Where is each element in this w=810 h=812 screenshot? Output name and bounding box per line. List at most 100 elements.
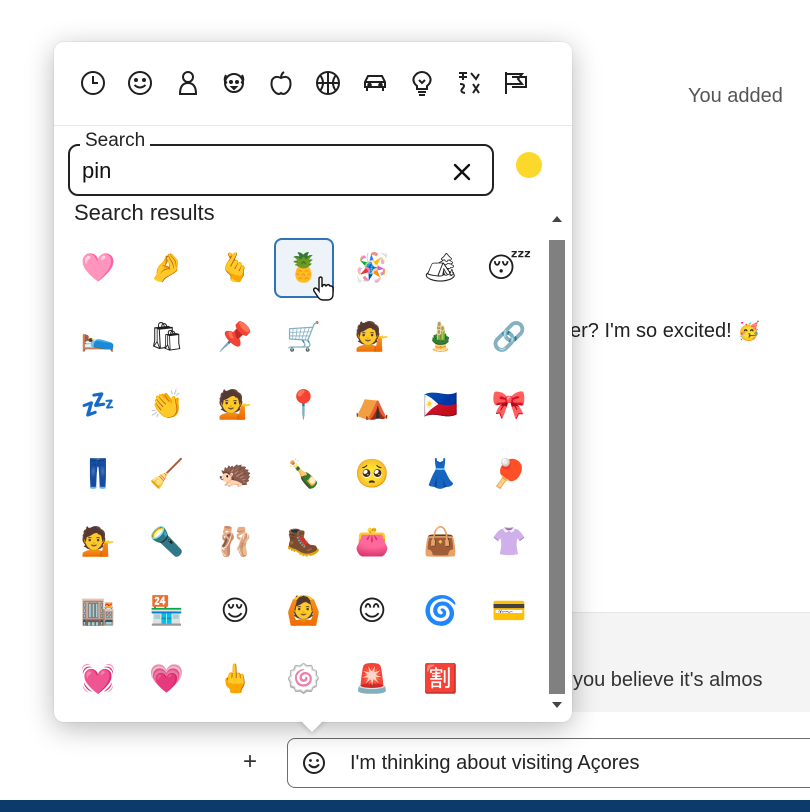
emoji-glyph: 🥺 [354,456,390,490]
emoji-item[interactable]: 🪅 [342,238,402,298]
emoji-item[interactable]: 😊 [342,581,402,641]
emoji-item[interactable]: ⛺ [342,375,402,435]
message-composer[interactable]: I'm thinking about visiting Açores [287,738,810,788]
emoji-item[interactable]: 👗 [411,444,471,504]
emoji-item[interactable]: 🙆 [274,581,334,641]
emoji-glyph: 🇵🇭 [423,388,458,421]
emoji-item[interactable]: 🏕 [411,238,471,298]
emoji-item[interactable]: 🩰 [205,512,265,572]
emoji-glyph: 🚨 [354,662,390,695]
emoji-glyph: 📌 [217,319,253,353]
emoji-item[interactable]: 📍 [274,375,334,435]
emoji-item[interactable]: 💳 [479,581,539,641]
emoji-item[interactable]: 🚨 [342,649,402,709]
emoji-item[interactable]: 🔦 [137,512,197,572]
emoji-glyph: 👖 [80,456,116,490]
emoji-item[interactable]: 💁 [342,307,402,367]
emoji-glyph: 🩷 [80,251,116,284]
emoji-item[interactable]: 🍾 [274,444,334,504]
emoji-glyph: 🛒 [286,319,321,353]
emoji-item[interactable]: 🍍 [273,238,334,301]
emoji-item[interactable]: 👜 [411,512,471,572]
emoji-item[interactable]: 🇵🇭 [411,375,471,435]
emoji-item[interactable]: 🛌 [68,307,128,367]
emoji-item[interactable]: 🈹 [411,649,471,709]
emoji-item[interactable]: 😌 [205,581,265,641]
emoji-glyph: 🤌 [149,251,184,284]
emoji-glyph: 🍥 [286,662,321,695]
emoji-item[interactable]: 👏 [137,375,197,435]
picker-pointer [298,718,326,732]
emoji-item[interactable]: 🛍 [137,307,197,367]
emoji-item[interactable]: 💁 [68,512,128,572]
emoji-glyph: ⛺ [354,388,390,421]
emoji-item[interactable]: 🧹 [137,444,197,504]
footer-bar [0,800,810,812]
emoji-item[interactable]: 👛 [342,512,402,572]
scrollbar-thumb[interactable] [549,240,565,694]
emoji-item[interactable]: 🌀 [411,581,471,641]
chat-message-added: You added [688,85,783,107]
message-input-text[interactable]: I'm thinking about visiting Açores [350,752,640,775]
emoji-glyph: 💁 [354,319,390,353]
emoji-glyph: 💁 [217,388,253,421]
emoji-item[interactable]: 🔗 [479,307,539,367]
emoji-glyph: 💤 [80,388,116,421]
emoji-item[interactable]: 🥾 [274,512,334,572]
emoji-glyph: 🖕 [217,662,253,695]
emoji-item[interactable]: 🍥 [274,649,334,709]
emoji-glyph: 🎍 [423,319,458,353]
emoji-item[interactable]: 🩷 [68,238,128,298]
emoji-item[interactable]: 📌 [205,307,265,367]
emoji-picker: Search pin Search results 🩷 🤌 🫰 🍍 🪅 🏕 😴 🛌 🛍 📌 🛒 💁 🎍 🔗… [54,42,572,722]
emoji-item[interactable]: 👚 [479,512,539,572]
emoji-item[interactable]: 🫰 [205,238,265,298]
emoji-item[interactable]: 🤌 [137,238,197,298]
emoji-glyph: 💁 [80,525,116,558]
emoji-glyph: 🈹 [423,662,458,695]
emoji-glyph: 👛 [354,525,390,558]
reply-quote: you believe it's almos [560,612,810,712]
emoji-glyph: 🏕 [422,251,459,284]
emoji-glyph: 🌀 [423,593,458,627]
emoji-item[interactable]: 💓 [68,649,128,709]
chat-message-text: er? I'm so excited! [570,320,732,342]
emoji-item[interactable]: 🎍 [411,307,471,367]
scroll-down-arrow-icon[interactable] [552,702,562,708]
emoji-glyph: 🪅 [354,251,390,284]
emoji-glyph: 🩰 [217,525,253,558]
emoji-item[interactable]: 💤 [68,375,128,435]
emoji-glyph: 🏪 [149,593,184,627]
emoji-glyph: 🥾 [286,525,321,558]
emoji-item[interactable]: 👖 [68,444,128,504]
scrollbar[interactable] [548,214,566,714]
emoji-glyph: 🏓 [491,456,527,490]
emoji-glyph: 💳 [491,593,527,627]
emoji-glyph: 🛌 [80,319,116,353]
emoji-glyph: 🍾 [286,456,321,490]
emoji-item[interactable]: 💗 [137,649,197,709]
emoji-item[interactable]: 😴 [479,238,539,298]
smiley-icon[interactable] [302,751,326,775]
emoji-glyph: 🛍 [148,319,185,353]
chat-message-excited: er? I'm so excited! 🥳 [570,320,760,343]
emoji-item[interactable]: 🥺 [342,444,402,504]
scroll-up-arrow-icon[interactable] [552,216,562,222]
emoji-glyph: 🙆 [286,593,321,627]
reply-quote-text: you believe it's almos [573,669,763,691]
emoji-glyph: 🧹 [149,456,184,490]
emoji-item[interactable]: 🏬 [68,581,128,641]
emoji-glyph: 📍 [286,388,321,421]
emoji-item[interactable]: 🛒 [274,307,334,367]
emoji-item[interactable]: 🖕 [205,649,265,709]
add-attachment-button[interactable]: + [236,748,264,776]
party-face-emoji: 🥳 [737,321,761,342]
emoji-glyph: 😌 [220,593,250,627]
emoji-glyph: 👚 [491,525,527,558]
emoji-item[interactable]: 🏓 [479,444,539,504]
emoji-glyph: 🦔 [217,456,253,490]
emoji-item[interactable]: 🏪 [137,581,197,641]
emoji-item[interactable]: 🦔 [205,444,265,504]
emoji-item[interactable]: 🎀 [479,375,539,435]
emoji-item[interactable]: 💁 [205,375,265,435]
